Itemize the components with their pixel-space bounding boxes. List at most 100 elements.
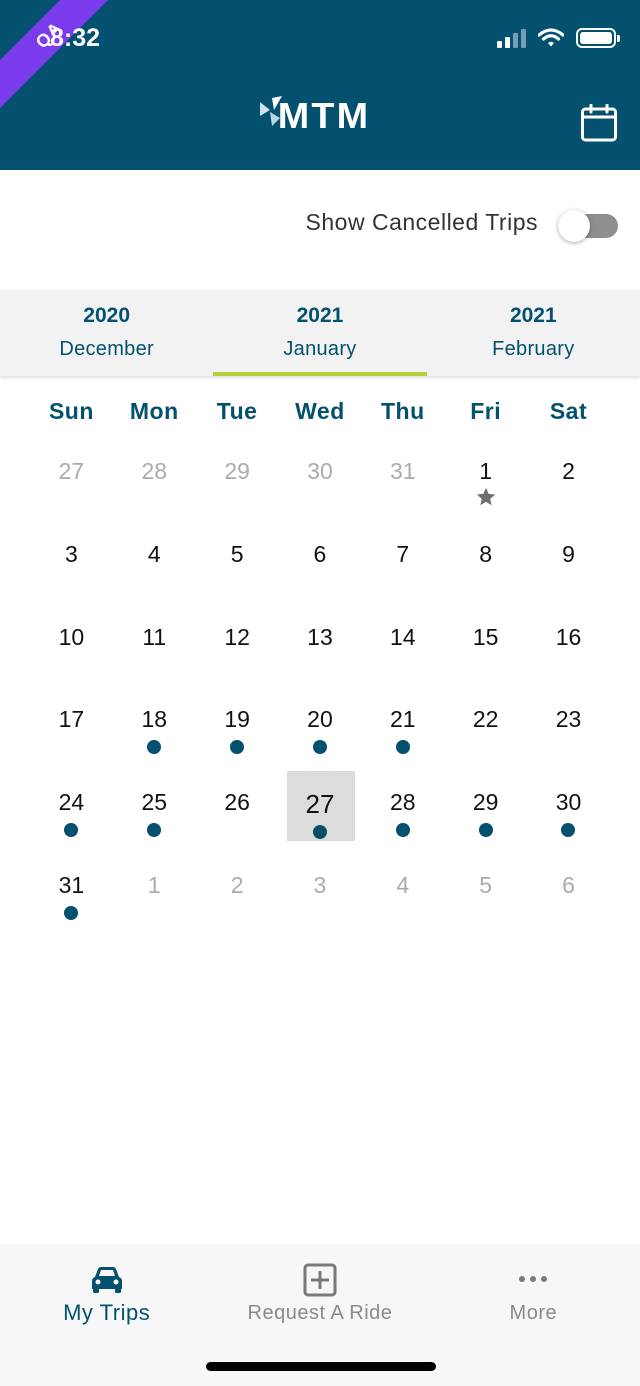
calendar-day[interactable]: 6 bbox=[527, 854, 610, 937]
calendar-day[interactable]: 25 bbox=[113, 771, 196, 854]
trip-dot-icon bbox=[64, 823, 79, 838]
trip-dot-icon bbox=[230, 740, 245, 755]
day-number: 2 bbox=[562, 458, 575, 484]
show-cancelled-label: Show Cancelled Trips bbox=[305, 209, 538, 235]
day-number: 16 bbox=[555, 623, 582, 650]
toggle-knob bbox=[558, 210, 590, 242]
calendar-day[interactable]: 9 bbox=[527, 523, 610, 606]
weekday-label: Sat bbox=[549, 398, 588, 424]
calendar-day[interactable]: 27 bbox=[30, 440, 113, 523]
calendar-icon[interactable] bbox=[580, 104, 618, 142]
tab-year: 2021 bbox=[509, 304, 557, 327]
calendar-day[interactable]: 29 bbox=[444, 771, 527, 854]
calendar-day[interactable]: 1 bbox=[444, 440, 527, 523]
trip-dot-icon bbox=[561, 823, 576, 838]
calendar-day[interactable]: 4 bbox=[113, 523, 196, 606]
calendar-day[interactable]: 21 bbox=[361, 688, 444, 771]
wifi-icon bbox=[538, 28, 564, 47]
nav-more[interactable]: More bbox=[427, 1244, 640, 1386]
nav-my-trips[interactable]: My Trips bbox=[0, 1244, 213, 1386]
calendar-day[interactable]: 16 bbox=[527, 606, 610, 689]
day-number: 29 bbox=[224, 458, 250, 484]
mtm-logo: MTM bbox=[258, 96, 368, 134]
calendar-day[interactable]: 2 bbox=[196, 854, 279, 937]
calendar-day[interactable]: 19 bbox=[196, 688, 279, 771]
calendar-day[interactable]: 28 bbox=[113, 440, 196, 523]
day-number: 10 bbox=[58, 623, 85, 650]
day-number: 31 bbox=[58, 871, 85, 898]
calendar-day[interactable]: 20 bbox=[279, 688, 362, 771]
nav-label: More bbox=[509, 1302, 558, 1324]
home-indicator bbox=[206, 1362, 436, 1371]
weekday-header: Sun Mon Tue Wed Thu Fri Sat bbox=[30, 398, 610, 425]
day-number: 28 bbox=[390, 789, 416, 816]
day-number: 11 bbox=[142, 623, 167, 650]
calendar-day[interactable]: 5 bbox=[444, 854, 527, 937]
calendar-day[interactable]: 23 bbox=[527, 688, 610, 771]
calendar-day[interactable]: 6 bbox=[279, 523, 362, 606]
calendar-day[interactable]: 11 bbox=[113, 606, 196, 689]
logo-text: MTM bbox=[277, 95, 371, 136]
calendar-day[interactable]: 31 bbox=[30, 854, 113, 937]
day-number: 5 bbox=[230, 540, 244, 567]
calendar-day[interactable]: 18 bbox=[113, 688, 196, 771]
day-number: 27 bbox=[305, 789, 335, 820]
weekday-label: Fri bbox=[470, 398, 502, 424]
calendar-day[interactable]: 30 bbox=[527, 771, 610, 854]
calendar-day[interactable]: 30 bbox=[279, 440, 362, 523]
calendar-day[interactable]: 13 bbox=[279, 606, 362, 689]
day-number: 2 bbox=[230, 871, 244, 898]
day-number: 6 bbox=[562, 871, 575, 898]
calendar-day[interactable]: 4 bbox=[361, 854, 444, 937]
calendar-day[interactable]: 31 bbox=[361, 440, 444, 523]
calendar-day[interactable]: 15 bbox=[444, 606, 527, 689]
plus-square-icon bbox=[303, 1263, 337, 1297]
tab-month: December bbox=[59, 338, 154, 360]
show-cancelled-toggle[interactable] bbox=[558, 210, 618, 242]
trip-dot-icon bbox=[478, 823, 493, 838]
day-number: 5 bbox=[479, 871, 493, 898]
day-number: 7 bbox=[396, 540, 410, 567]
tab-february-2021[interactable]: 2021 February bbox=[427, 290, 640, 376]
trip-dot-icon bbox=[312, 825, 327, 840]
day-number: 23 bbox=[555, 706, 582, 733]
calendar-day[interactable]: 1 bbox=[113, 854, 196, 937]
weekday-label: Thu bbox=[380, 398, 425, 424]
day-number: 1 bbox=[147, 871, 161, 898]
day-number: 6 bbox=[313, 540, 327, 567]
calendar-day[interactable]: 8 bbox=[444, 523, 527, 606]
day-number: 20 bbox=[307, 706, 333, 733]
day-number: 4 bbox=[147, 540, 161, 567]
trip-dot-icon bbox=[64, 905, 79, 920]
calendar-day[interactable]: 24 bbox=[30, 771, 113, 854]
calendar-day-selected[interactable]: 27 bbox=[279, 771, 362, 854]
star-icon bbox=[476, 487, 495, 506]
tab-december-2020[interactable]: 2020 December bbox=[0, 290, 213, 376]
calendar-day[interactable]: 17 bbox=[30, 688, 113, 771]
calendar-day[interactable]: 22 bbox=[444, 688, 527, 771]
status-time: 8:32 bbox=[50, 24, 101, 52]
signal-icon bbox=[497, 28, 526, 48]
battery-icon bbox=[576, 28, 620, 48]
day-number: 21 bbox=[390, 706, 416, 733]
nav-label: Request A Ride bbox=[247, 1302, 393, 1324]
calendar-day[interactable]: 3 bbox=[30, 523, 113, 606]
tab-year: 2020 bbox=[83, 304, 131, 327]
calendar-grid: 27 28 29 30 31 1 2 3 4 5 6 7 8 9 10 11 12 13 14 15 16 17 18 19 2… bbox=[30, 440, 610, 937]
calendar-day[interactable]: 26 bbox=[196, 771, 279, 854]
day-number: 8 bbox=[479, 540, 493, 567]
nav-label: My Trips bbox=[63, 1300, 151, 1325]
calendar-day[interactable]: 28 bbox=[361, 771, 444, 854]
calendar-day[interactable]: 29 bbox=[196, 440, 279, 523]
calendar-day[interactable]: 10 bbox=[30, 606, 113, 689]
calendar-day[interactable]: 12 bbox=[196, 606, 279, 689]
calendar-day[interactable]: 3 bbox=[279, 854, 362, 937]
trip-dot-icon bbox=[395, 823, 410, 838]
day-number: 24 bbox=[58, 789, 85, 816]
calendar-day[interactable]: 5 bbox=[196, 523, 279, 606]
day-number: 9 bbox=[562, 540, 575, 567]
calendar-day[interactable]: 2 bbox=[527, 440, 610, 523]
calendar-day[interactable]: 14 bbox=[361, 606, 444, 689]
tab-january-2021[interactable]: 2021 January bbox=[213, 290, 427, 376]
calendar-day[interactable]: 7 bbox=[361, 523, 444, 606]
